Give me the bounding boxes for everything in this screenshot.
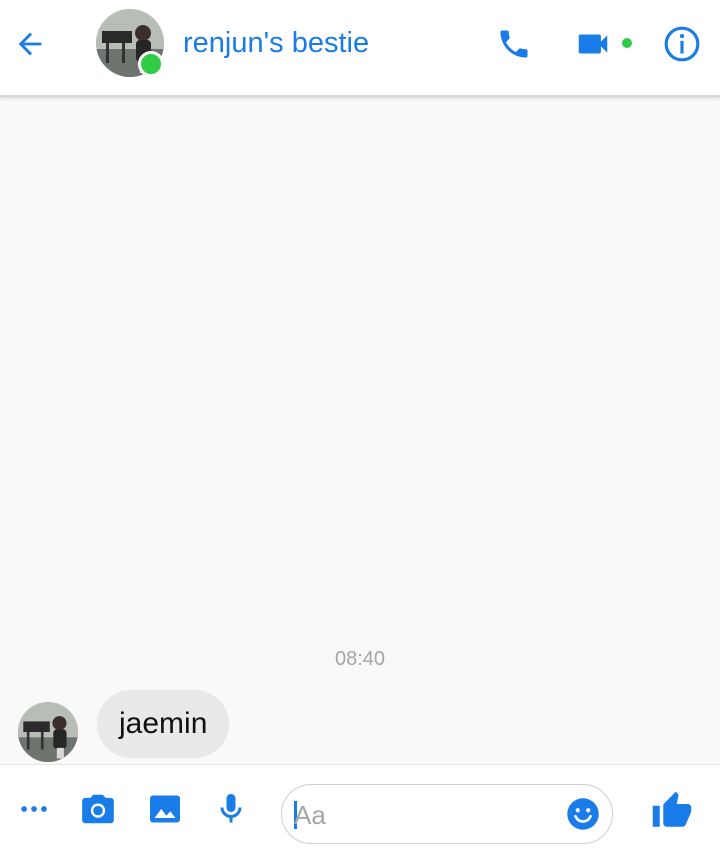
- conversation-header: renjun's bestie: [0, 0, 720, 97]
- more-icon: [21, 806, 47, 812]
- gallery-icon: [150, 795, 180, 823]
- like-button[interactable]: [648, 787, 696, 835]
- more-actions-button[interactable]: [14, 789, 54, 829]
- online-status-indicator: [138, 51, 164, 77]
- arrow-left-icon: [18, 32, 42, 56]
- conversation-title[interactable]: renjun's bestie: [183, 27, 369, 60]
- emoji-button[interactable]: [564, 795, 602, 833]
- message-composer: [0, 764, 720, 863]
- message-timestamp: 08:40: [334, 648, 386, 670]
- emoji-icon: [567, 798, 599, 830]
- sender-avatar[interactable]: [18, 702, 78, 762]
- video-active-indicator: [622, 38, 632, 48]
- message-row: jaemin: [18, 690, 418, 762]
- message-bubble[interactable]: jaemin: [97, 690, 230, 758]
- video-camera-icon: [578, 34, 608, 54]
- microphone-icon: [220, 794, 242, 823]
- voice-call-button[interactable]: [492, 22, 536, 66]
- message-input-container[interactable]: [281, 784, 613, 844]
- thumbs-up-icon: [652, 791, 692, 827]
- message-input[interactable]: [294, 795, 564, 835]
- phone-icon: [500, 30, 528, 58]
- camera-icon: [82, 794, 114, 824]
- conversation-info-button[interactable]: [660, 22, 704, 66]
- back-button[interactable]: [6, 20, 54, 68]
- voice-message-button[interactable]: [211, 789, 251, 829]
- camera-button[interactable]: [78, 789, 118, 829]
- contact-avatar[interactable]: [96, 9, 164, 77]
- gallery-button[interactable]: [145, 789, 185, 829]
- info-icon: [664, 26, 700, 62]
- video-call-button[interactable]: [571, 22, 615, 66]
